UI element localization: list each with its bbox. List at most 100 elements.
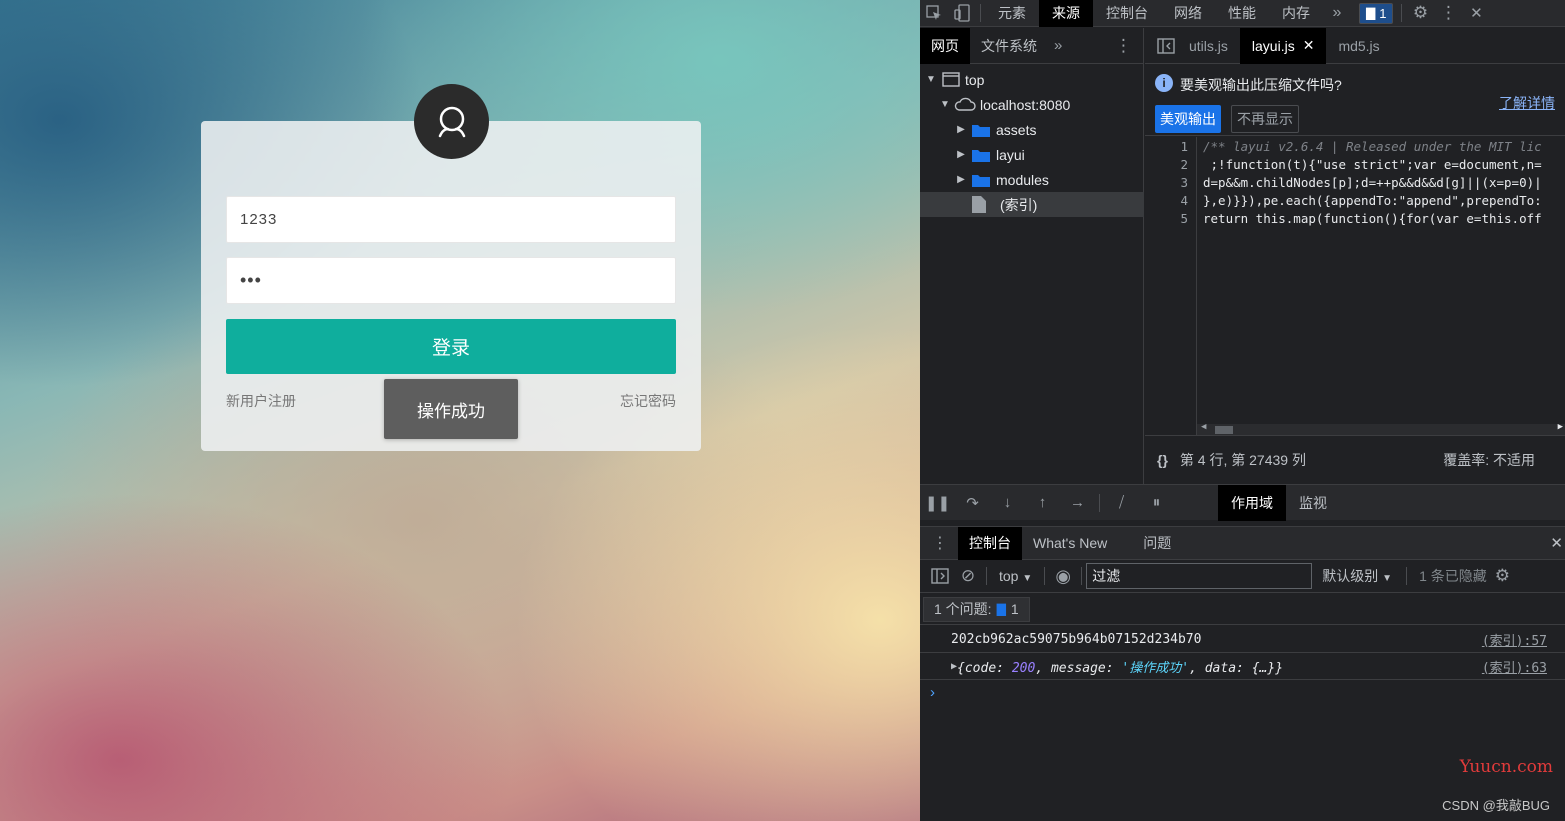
password-input[interactable]: •••	[226, 257, 676, 304]
context-selector[interactable]: top ▼	[991, 568, 1040, 584]
register-link[interactable]: 新用户注册	[226, 391, 296, 411]
message-icon: ▇	[996, 602, 1006, 616]
tab-performance[interactable]: 性能	[1215, 0, 1269, 27]
pretty-print-button[interactable]: 美观输出	[1155, 105, 1221, 133]
pause-icon[interactable]: ❚❚	[920, 485, 955, 521]
close-tab-icon[interactable]: ✕	[1303, 37, 1315, 54]
tab-elements[interactable]: 元素	[985, 0, 1039, 27]
dropdown-arrow-icon: ▼	[1382, 573, 1393, 584]
tab-memory[interactable]: 内存	[1269, 0, 1323, 27]
tree-item-label: localhost:8080	[980, 96, 1071, 113]
line-number: 2	[1180, 157, 1188, 172]
tab-filesystem[interactable]: 文件系统	[970, 28, 1048, 64]
deactivate-breakpoints-icon[interactable]: ⧸	[1104, 485, 1139, 521]
eye-icon[interactable]: ◉	[1049, 563, 1077, 590]
console-log-row: 202cb962ac59075b964b07152d234b70 (索引):57	[920, 626, 1565, 653]
step-over-icon[interactable]: ↷	[955, 485, 990, 521]
horizontal-scrollbar[interactable]: ◀ ▶	[1197, 422, 1565, 435]
console-prompt-icon[interactable]: ›	[930, 684, 935, 701]
line-number: 1	[1180, 139, 1188, 154]
dont-show-again-button[interactable]: 不再显示	[1231, 105, 1299, 133]
file-tab-label: layui.js	[1251, 37, 1295, 54]
code-line: return this.map(function(){for(var e=thi…	[1203, 211, 1542, 226]
toggle-navigator-icon[interactable]	[1145, 37, 1177, 54]
file-tab-utils[interactable]: utils.js	[1177, 28, 1240, 64]
console-log-row[interactable]: ▶ {code: 200, message: '操作成功', data: {…}…	[920, 653, 1565, 680]
navigator-menu-icon[interactable]: ⋮	[1103, 36, 1144, 56]
more-navigator-tabs-icon[interactable]: »	[1048, 37, 1068, 54]
tree-item-top[interactable]: ▼ top	[920, 67, 1144, 92]
watermark-csdn: CSDN @我敲BUG	[1442, 798, 1550, 813]
devtools-panel: 元素 来源 控制台 网络 性能 内存 » ▇ 1 ⚙ ⋮ ✕ 网页 文件系统 »…	[920, 0, 1565, 821]
close-drawer-icon[interactable]: ✕	[1550, 534, 1565, 552]
file-tab-md5[interactable]: md5.js	[1326, 28, 1391, 64]
login-button[interactable]: 登录	[226, 319, 676, 374]
username-input[interactable]: 1233	[226, 196, 676, 243]
object-key: message	[1050, 660, 1106, 676]
folder-icon	[972, 174, 990, 187]
log-source-link[interactable]: (索引):63	[1482, 657, 1547, 676]
log-level-selector[interactable]: 默认级别 ▼	[1312, 566, 1402, 586]
issues-badge[interactable]: ▇ 1	[1359, 2, 1394, 24]
forgot-password-link[interactable]: 忘记密码	[620, 391, 676, 411]
drawer-tab-whats-new[interactable]: What's New	[1022, 527, 1118, 560]
tab-scope[interactable]: 作用域	[1218, 484, 1286, 521]
tab-console[interactable]: 控制台	[1093, 0, 1161, 27]
drawer-menu-icon[interactable]: ⋮	[920, 533, 958, 553]
pretty-print-infobar: i 要美观输出此压缩文件吗? 了解详情 美观输出 不再显示	[1145, 65, 1565, 136]
console-settings-icon[interactable]: ⚙	[1495, 566, 1510, 586]
tree-item-index[interactable]: (索引)	[920, 192, 1144, 217]
expanded-arrow-icon: ▼	[940, 99, 950, 110]
cursor-position: 第 4 行, 第 27439 列	[1179, 452, 1306, 468]
pause-on-exceptions-icon[interactable]: ⏸	[1139, 485, 1174, 521]
step-out-icon[interactable]: ↑	[1025, 485, 1060, 521]
file-tab-layui[interactable]: layui.js ✕	[1239, 27, 1327, 64]
toolbar-divider	[1099, 493, 1100, 512]
file-tab-label: utils.js	[1189, 37, 1228, 54]
settings-gear-icon[interactable]: ⚙	[1406, 0, 1434, 27]
console-filter-input[interactable]: 过滤	[1086, 563, 1313, 589]
tree-item-label: (索引)	[1000, 196, 1038, 213]
code-line: d=p&&m.childNodes[p];d=++p&&d&&d[g]||(x=…	[1203, 175, 1542, 190]
inspect-element-icon[interactable]	[920, 0, 948, 27]
more-tabs-chevron-icon[interactable]: »	[1323, 0, 1351, 27]
tree-item-label: assets	[996, 121, 1037, 138]
code-view[interactable]: 1 2 3 4 5 /** layui v2.6.4 | Released un…	[1145, 137, 1565, 435]
close-devtools-icon[interactable]: ✕	[1462, 0, 1490, 27]
frame-icon	[942, 72, 960, 87]
more-options-icon[interactable]: ⋮	[1434, 0, 1462, 27]
scroll-left-icon[interactable]: ◀	[1201, 422, 1206, 432]
cloud-icon	[954, 97, 976, 111]
issues-count: 1	[1010, 601, 1019, 617]
pretty-print-braces-icon[interactable]: {}	[1145, 452, 1180, 468]
learn-more-link[interactable]: 了解详情	[1499, 93, 1555, 113]
tab-sources[interactable]: 来源	[1039, 0, 1093, 27]
scroll-right-icon[interactable]: ▶	[1558, 422, 1563, 432]
tree-item-modules[interactable]: ▶ modules	[920, 167, 1144, 192]
show-sidebar-icon[interactable]	[926, 563, 954, 590]
tab-network[interactable]: 网络	[1161, 0, 1215, 27]
expanded-arrow-icon: ▼	[926, 74, 936, 85]
log-object[interactable]: {code: 200, message: '操作成功', data: {…}}	[957, 657, 1283, 676]
log-source-link[interactable]: (索引):57	[1482, 630, 1547, 649]
tree-item-host[interactable]: ▼ localhost:8080	[920, 92, 1144, 117]
tab-page[interactable]: 网页	[920, 27, 970, 64]
drawer-tab-console[interactable]: 控制台	[958, 526, 1022, 560]
object-value-string: '操作成功'	[1121, 660, 1190, 676]
issues-counter[interactable]: 1 个问题: ▇ 1	[923, 596, 1030, 622]
tree-item-label: layui	[996, 146, 1025, 163]
debugger-toolbar: ❚❚ ↷ ↓ ↑ → ⧸ ⏸ 作用域 监视	[920, 484, 1565, 521]
clear-console-icon[interactable]: ⊘	[954, 563, 982, 590]
tree-item-layui[interactable]: ▶ layui	[920, 142, 1144, 167]
drawer-tab-issues[interactable]: 问题	[1132, 527, 1182, 560]
tree-item-assets[interactable]: ▶ assets	[920, 117, 1144, 142]
step-icon[interactable]: →	[1060, 485, 1095, 521]
device-toolbar-icon[interactable]	[948, 0, 976, 27]
code-line: /** layui v2.6.4 | Released under the MI…	[1203, 139, 1542, 154]
scrollbar-thumb[interactable]	[1215, 426, 1233, 434]
log-level-label: 默认级别	[1322, 568, 1379, 584]
code-line: },e)}}),pe.each({appendTo:"append",prepe…	[1203, 193, 1542, 208]
tab-watch[interactable]: 监视	[1286, 485, 1340, 521]
step-into-icon[interactable]: ↓	[990, 485, 1025, 521]
pretty-print-question: 要美观输出此压缩文件吗?	[1180, 77, 1342, 93]
